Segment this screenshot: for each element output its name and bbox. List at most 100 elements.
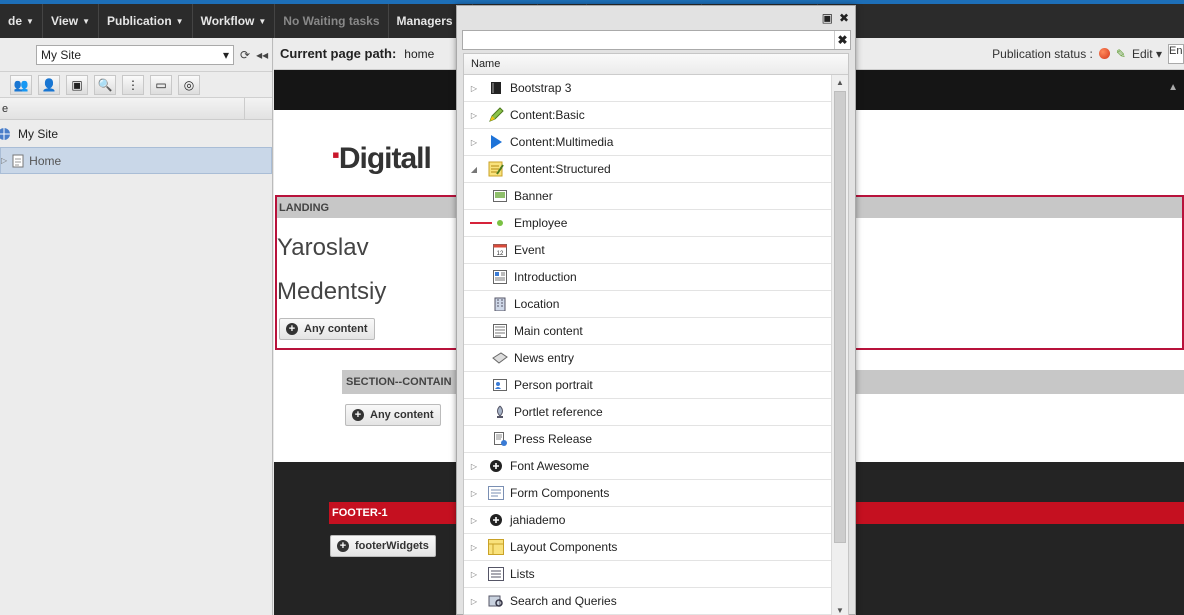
drop-marker-icon <box>470 222 492 224</box>
current-path-value: home <box>404 46 435 61</box>
clear-filter-icon[interactable]: ✖ <box>834 31 850 49</box>
monitor-icon[interactable]: ▭ <box>150 74 172 95</box>
content-type-label: Font Awesome <box>510 459 590 473</box>
menu-item-de[interactable]: de ▼ <box>0 4 43 38</box>
scroll-down-icon[interactable]: ▼ <box>836 606 844 615</box>
menu-item-publication[interactable]: Publication ▼ <box>99 4 193 38</box>
expand-icon[interactable]: ▷ <box>468 111 480 120</box>
content-type-label: Location <box>514 297 560 311</box>
content-type-label: Content:Basic <box>510 108 585 122</box>
dot-icon <box>492 215 508 231</box>
expand-icon[interactable]: ▷ <box>468 462 480 471</box>
users-icon[interactable]: 👥 <box>10 74 32 95</box>
scroll-thumb[interactable] <box>834 91 846 543</box>
content-type-item[interactable]: Press Release <box>464 426 832 453</box>
content-type-label: Main content <box>514 324 583 338</box>
left-panel: My Site ▾ ⟳ ◂◂ 👥 👤 ▣ 🔍 ⋮ ▭ ◎ e My Site ▷… <box>0 38 273 615</box>
content-type-item[interactable]: Main content <box>464 318 832 345</box>
filter-input[interactable]: ✖ <box>462 30 851 50</box>
content-type-item[interactable]: Employee <box>464 210 832 237</box>
tree-icon[interactable]: ⋮ <box>122 74 144 95</box>
groups-icon[interactable]: 👤 <box>38 74 60 95</box>
content-type-item[interactable]: Person portrait <box>464 372 832 399</box>
content-type-label: Content:Multimedia <box>510 135 614 149</box>
content-type-category[interactable]: ▷ Search and Queries <box>464 588 832 615</box>
content-type-item[interactable]: Location <box>464 291 832 318</box>
content-type-category[interactable]: ▷ Content:Multimedia <box>464 129 832 156</box>
main-content-icon <box>492 323 508 339</box>
refresh-icon[interactable]: ⟳ <box>240 48 250 62</box>
expand-icon[interactable]: ▷ <box>468 84 480 93</box>
menu-item-workflow[interactable]: Workflow ▼ <box>193 4 276 38</box>
tree-header: e <box>0 97 272 120</box>
play-icon <box>488 134 504 150</box>
collapse-panel-icon[interactable]: ◂◂ <box>256 48 268 62</box>
content-type-grid: Name ▷ Bootstrap 3 ▷ Content:Basic ▷ Content:… <box>463 53 849 615</box>
menu-item-no-waiting-tasks[interactable]: No Waiting tasks <box>275 4 389 38</box>
calendar-icon: 12 <box>492 242 508 258</box>
expand-icon[interactable]: ▷ <box>468 516 480 525</box>
grid-scrollbar[interactable]: ▲ ▼ <box>831 75 848 615</box>
tree-item-home[interactable]: ▷ Home <box>0 147 272 174</box>
content-type-label: News entry <box>514 351 575 365</box>
tree-item-label: Home <box>29 153 62 168</box>
content-type-category[interactable]: ▷ Lists <box>464 561 832 588</box>
content-type-label: jahiademo <box>510 513 566 527</box>
layout-icon <box>488 539 504 555</box>
close-icon[interactable]: ✖ <box>839 11 849 25</box>
menu-item-view[interactable]: View ▼ <box>43 4 99 38</box>
maximize-icon[interactable]: ▣ <box>822 11 833 25</box>
content-type-item[interactable]: Portlet reference <box>464 399 832 426</box>
dialog-title-bar[interactable]: ▣ ✖ <box>457 6 855 30</box>
expand-icon[interactable]: ▷ <box>468 543 480 552</box>
any-content-button[interactable]: + Any content <box>345 404 441 426</box>
site-logo: ▪Digitall <box>332 142 432 175</box>
content-type-category[interactable]: ▷ Form Components <box>464 480 832 507</box>
plus-circle-icon: + <box>286 323 298 335</box>
content-type-category[interactable]: ▷ Bootstrap 3 <box>464 75 832 102</box>
list-icon <box>488 566 504 582</box>
expand-icon[interactable]: ▷ <box>468 138 480 147</box>
content-type-dialog: ▣ ✖ ✖ Name ▷ Bootstrap 3 ▷ Content:Basic ▷ Co… <box>456 5 856 615</box>
content-type-category[interactable]: ▷ Content:Basic <box>464 102 832 129</box>
chevron-right-icon[interactable]: ▷ <box>1 156 7 165</box>
site-select[interactable]: My Site ▾ <box>36 44 234 65</box>
language-select[interactable]: En <box>1168 43 1184 64</box>
content-type-item[interactable]: Banner <box>464 183 832 210</box>
content-type-category[interactable]: ▷ Layout Components <box>464 534 832 561</box>
plus-circle-icon <box>488 458 504 474</box>
portrait-icon <box>492 377 508 393</box>
content-type-item[interactable]: News entry <box>464 345 832 372</box>
column-header-name[interactable]: Name <box>464 54 848 75</box>
content-type-category[interactable]: ◢ Content:Structured <box>464 156 832 183</box>
content-type-item[interactable]: Introduction <box>464 264 832 291</box>
expand-icon[interactable]: ▷ <box>468 489 480 498</box>
current-path-label: Current page path: <box>280 46 397 61</box>
content-type-label: Introduction <box>514 270 577 284</box>
expand-icon[interactable]: ▷ <box>468 597 480 606</box>
plus-circle-icon: + <box>352 409 364 421</box>
content-type-category[interactable]: ▷ jahiademo <box>464 507 832 534</box>
images-icon[interactable]: ▣ <box>66 74 88 95</box>
edit-menu[interactable]: Edit ▾ <box>1132 47 1162 61</box>
plus-circle-icon: + <box>337 540 349 552</box>
scroll-up-icon[interactable]: ▲ <box>836 78 844 87</box>
content-type-category[interactable]: ▷ Font Awesome <box>464 453 832 480</box>
collapse-icon[interactable]: ◢ <box>468 165 480 174</box>
chevron-down-icon: ▼ <box>258 16 267 26</box>
globe-icon <box>0 127 10 140</box>
search-icon[interactable]: 🔍 <box>94 74 116 95</box>
expand-icon[interactable]: ▷ <box>468 570 480 579</box>
chevron-down-icon: ▼ <box>175 16 184 26</box>
chevron-down-icon: ▼ <box>82 16 90 26</box>
content-type-label: Event <box>514 243 545 257</box>
footer-widgets-button[interactable]: + footerWidgets <box>330 535 436 557</box>
any-content-button[interactable]: + Any content <box>279 318 375 340</box>
page-icon <box>12 154 24 167</box>
banner-icon <box>492 188 508 204</box>
left-toolbar: 👥 👤 ▣ 🔍 ⋮ ▭ ◎ <box>0 72 272 98</box>
content-type-item[interactable]: 12 Event <box>464 237 832 264</box>
site-select-value: My Site <box>41 47 82 62</box>
tree-item-my-site[interactable]: My Site <box>0 120 272 147</box>
settings-icon[interactable]: ◎ <box>178 74 200 95</box>
